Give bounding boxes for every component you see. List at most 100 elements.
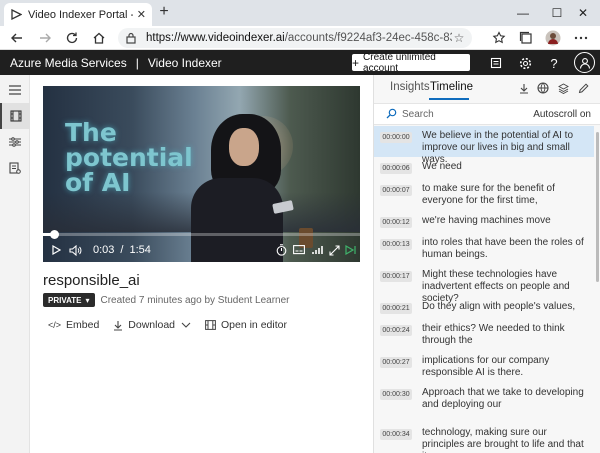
video-person-face [229,128,259,166]
download-button[interactable]: Download [113,319,191,331]
collections-icon[interactable] [517,29,535,47]
app-header: Azure Media Services | Video Indexer + C… [0,50,600,75]
favorites-icon[interactable] [490,29,508,47]
current-time: 0:03 [93,244,115,256]
transcript-timestamp[interactable]: 00:00:21 [380,303,412,314]
transcript-timestamp[interactable]: 00:00:07 [380,185,412,196]
refresh-icon[interactable] [63,29,81,47]
play-icon[interactable] [49,242,63,258]
browser-tab-title: Video Indexer Portal - Cognitive [28,8,133,21]
home-icon[interactable] [90,29,108,47]
transcript-timestamp[interactable]: 00:00:24 [380,325,412,336]
transcript-timestamp[interactable]: 00:00:12 [380,217,412,228]
download-label: Download [128,319,175,331]
video-title-line2: potential [65,143,193,172]
search-icon [386,108,397,122]
video-title-line3: of AI [65,168,131,197]
quality-icon[interactable] [310,242,324,258]
embed-label: Embed [66,319,100,331]
download-icon [113,320,123,331]
browser-tab[interactable]: Video Indexer Portal - Cognitive ✕ [4,3,152,26]
create-unlimited-account-button[interactable]: + Create unlimited account [352,51,470,74]
minimize-button[interactable]: — [506,0,540,26]
transcript-text: implications for our company responsible… [422,355,550,378]
transcript-row[interactable]: 00:00:12 we're having machines move [374,211,594,233]
lock-icon [126,32,138,44]
volume-icon[interactable] [68,242,82,258]
download-icon[interactable] [517,81,531,95]
tab-timeline[interactable]: Timeline [430,81,473,93]
insights-panel: Insights Timeline Search Autoscroll on 0… [373,75,600,453]
model-customization-icon[interactable] [0,155,30,181]
transcript-text: Do they align with people's values, [422,301,576,312]
transcript-row[interactable]: 00:00:27 implications for our company res… [374,351,594,383]
settings-gear-icon[interactable] [517,55,533,71]
address-bar[interactable]: https://www.videoindexer.ai/accounts/f92… [118,28,472,48]
profile-avatar[interactable] [544,29,562,47]
transcript-row[interactable]: 00:00:17 Might these technologies have in… [374,265,594,304]
transcript-row[interactable]: 00:00:24 their ethics? We needed to think… [374,319,594,351]
transcript-row[interactable]: 00:00:06 We need [374,157,594,179]
transcript-row[interactable]: 00:00:00 We believe in the potential of A… [374,126,594,165]
tab-insights[interactable]: Insights [390,81,430,93]
transcript-timestamp[interactable]: 00:00:30 [380,389,412,400]
open-in-editor-button[interactable]: Open in editor [205,319,287,331]
transcript-timestamp[interactable]: 00:00:06 [380,163,412,174]
video-progress-track[interactable] [43,233,360,236]
transcript-timestamp[interactable]: 00:00:34 [380,429,412,440]
created-meta: Created 7 minutes ago by Student Learner [100,294,290,306]
transcript-row[interactable]: 00:00:30 Approach that we take to develop… [374,383,594,423]
url-text: https://www.videoindexer.ai/accounts/f92… [146,32,452,44]
transcript-text: Approach that we take to developing and … [422,387,584,410]
transcript-row[interactable]: 00:00:13 into roles that have been the ro… [374,233,594,265]
video-player[interactable]: The potential of AI 0:03 / 1:54 [43,86,360,262]
code-icon: </> [48,320,62,330]
more-options-icon[interactable] [572,29,590,47]
video-name: responsible_ai [43,272,140,289]
transcript-timestamp[interactable]: 00:00:00 [380,132,412,143]
autoscroll-toggle[interactable]: Autoscroll on [533,109,591,120]
active-tab-indicator [429,98,469,100]
menu-hamburger-icon[interactable] [0,77,30,103]
brand-separator: | [135,55,139,70]
brand-name[interactable]: Azure Media Services [0,56,127,70]
media-files-icon[interactable] [0,103,30,129]
forward-arrow-icon[interactable] [36,29,54,47]
transcript-scrollbar[interactable] [595,126,600,453]
browser-toolbar: https://www.videoindexer.ai/accounts/f92… [0,26,600,50]
captions-icon[interactable] [292,242,306,258]
create-account-label: Create unlimited account [363,51,436,74]
chevron-down-icon [181,322,191,328]
transcript-text: technology, making sure our principles a… [422,427,584,453]
product-name[interactable]: Video Indexer [148,56,222,70]
transcript-timestamp[interactable]: 00:00:17 [380,271,412,282]
new-tab-button[interactable]: + [156,4,172,21]
transcript-text: we're having machines move [422,215,551,226]
language-globe-icon[interactable] [536,81,550,95]
transcript-row[interactable]: 00:00:07 to make sure for the benefit of … [374,179,594,211]
layers-icon[interactable] [556,81,570,95]
account-avatar-icon[interactable] [574,52,595,73]
edit-pencil-icon[interactable] [576,81,590,95]
transcript-search[interactable]: Search Autoscroll on [374,103,600,125]
back-arrow-icon[interactable] [8,29,26,47]
window-close-button[interactable]: ✕ [566,0,600,26]
transcript-text: their ethics? We needed to think through… [422,323,565,346]
fullscreen-icon[interactable] [327,242,341,258]
notifications-icon[interactable] [488,55,504,71]
scrollbar-thumb[interactable] [596,132,599,282]
privacy-dropdown[interactable]: PRIVATE ▾ [43,293,95,307]
filters-icon[interactable] [0,129,30,155]
timer-icon[interactable] [274,242,288,258]
transcript-row[interactable]: 00:00:21 Do they align with people's valu… [374,297,594,319]
transcript-row[interactable]: 00:00:34 technology, making sure our prin… [374,423,594,453]
favorite-star-icon[interactable]: ☆ [452,31,466,45]
tab-close-icon[interactable]: ✕ [137,8,146,21]
help-icon[interactable]: ? [546,55,562,71]
transcript-timestamp[interactable]: 00:00:13 [380,239,412,250]
privacy-label: PRIVATE [48,295,82,305]
search-placeholder: Search [402,109,434,120]
autoplay-next-icon[interactable] [343,242,357,258]
transcript-timestamp[interactable]: 00:00:27 [380,357,412,368]
embed-button[interactable]: </> Embed [48,319,99,331]
